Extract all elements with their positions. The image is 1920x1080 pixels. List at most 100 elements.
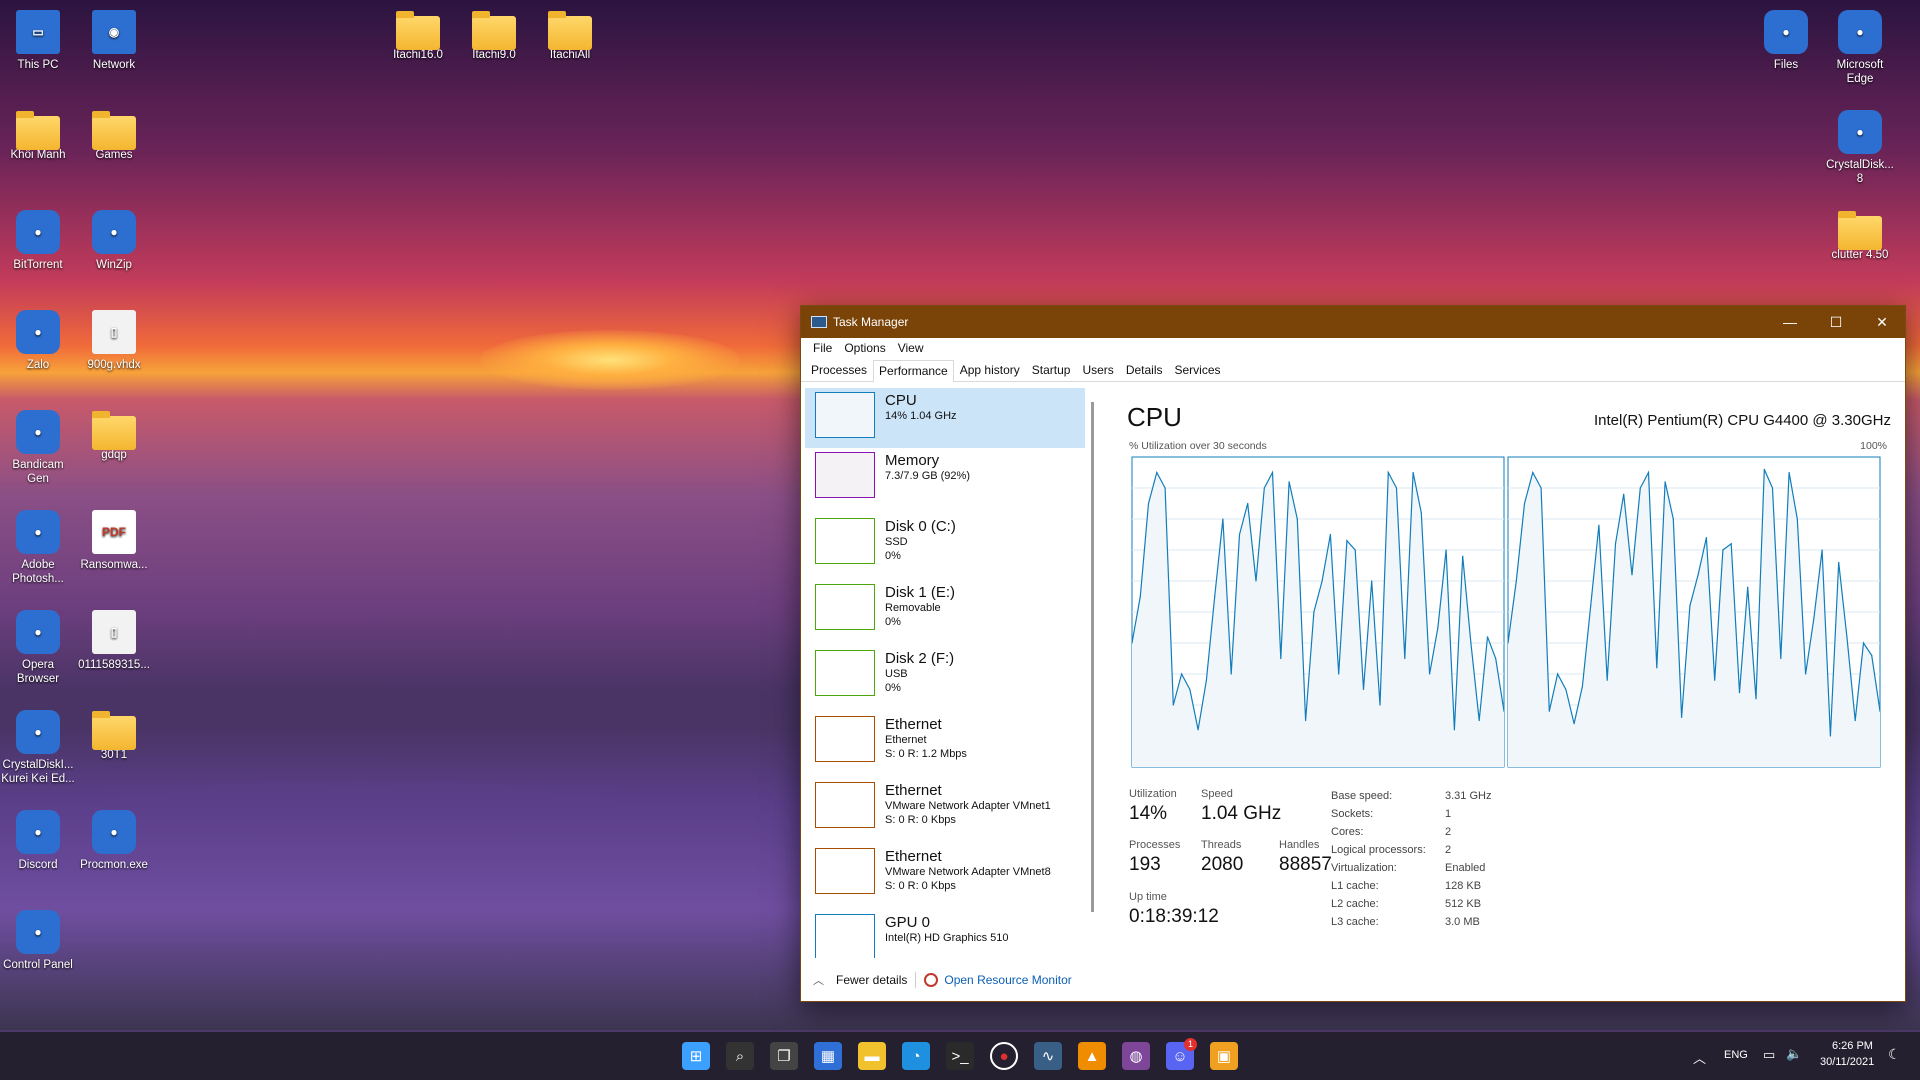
vlc-icon[interactable]: ▲ <box>1078 1042 1106 1070</box>
network-icon[interactable]: ▭ <box>1763 1047 1775 1063</box>
cpu-panel: CPU Intel(R) Pentium(R) CPU G4400 @ 3.30… <box>1121 388 1891 958</box>
resource-sub1: USB <box>885 668 908 680</box>
desktop-icon[interactable]: ● Adobe Photosh... <box>0 510 76 586</box>
task-view-icon[interactable]: ❐ <box>770 1042 798 1070</box>
minimize-button[interactable]: — <box>1767 306 1813 338</box>
resource-item[interactable]: Disk 0 (C:) SSD 0% <box>805 514 1085 580</box>
clock-date[interactable]: 30/11/2021 <box>1820 1056 1874 1068</box>
terminal-icon[interactable]: >_ <box>946 1042 974 1070</box>
app-icon: ● <box>16 310 60 354</box>
window-title: Task Manager <box>833 315 909 329</box>
stat-utilization: Utilization 14% <box>1129 788 1177 825</box>
desktop-icon[interactable]: ● Microsoft Edge <box>1822 10 1898 86</box>
spec-value: 1 <box>1445 808 1452 820</box>
desktop-icon[interactable]: Games <box>76 110 152 162</box>
desktop-icon[interactable]: ● CrystalDiskI... Kurei Kei Ed... <box>0 710 76 786</box>
tray-overflow-icon[interactable]: ︿ <box>1693 1048 1706 1067</box>
spec-value: 2 <box>1445 826 1452 838</box>
folder-app-icon[interactable]: ▣ <box>1210 1042 1238 1070</box>
desktop-icon[interactable]: ● CrystalDisk... 8 <box>1822 110 1898 186</box>
desktop-icon[interactable]: clutter 4.50 <box>1822 210 1898 262</box>
clock-time[interactable]: 6:26 PM <box>1832 1040 1873 1052</box>
desktop-icon[interactable]: ● Files <box>1748 10 1824 72</box>
cpu-model: Intel(R) Pentium(R) CPU G4400 @ 3.30GHz <box>1594 412 1891 429</box>
menu-file[interactable]: File <box>807 341 838 355</box>
title-bar[interactable]: Task Manager — ☐ ✕ <box>801 306 1905 338</box>
tab-details[interactable]: Details <box>1120 359 1169 381</box>
file-explorer-icon[interactable]: ▬ <box>858 1042 886 1070</box>
desktop-icon-label: 0111589315... <box>78 659 150 671</box>
tab-services[interactable]: Services <box>1169 359 1227 381</box>
desktop-icon[interactable]: ◉ Network <box>76 10 152 72</box>
resource-item[interactable]: Disk 2 (F:) USB 0% <box>805 646 1085 712</box>
data-point <box>1412 471 1414 474</box>
menu-options[interactable]: Options <box>838 341 891 355</box>
resource-item[interactable]: Disk 1 (E:) Removable 0% <box>805 580 1085 646</box>
desktop-icon[interactable]: ● Discord <box>0 810 76 872</box>
close-button[interactable]: ✕ <box>1859 306 1905 338</box>
notification-icon[interactable]: ☾ <box>1888 1046 1901 1063</box>
resource-monitor-icon <box>924 973 939 987</box>
folder-icon <box>92 111 136 150</box>
widgets-icon[interactable]: ▦ <box>814 1042 842 1070</box>
data-point <box>1271 471 1274 474</box>
chevron-up-icon[interactable]: ︿ <box>813 972 824 988</box>
task-manager-window[interactable]: Task Manager — ☐ ✕ File Options View Pro… <box>800 305 1906 1002</box>
data-point <box>1263 487 1265 489</box>
resource-item[interactable]: GPU 0 Intel(R) HD Graphics 510 <box>805 910 1085 958</box>
data-point <box>1730 543 1732 545</box>
resource-list-scrollbar[interactable] <box>1091 402 1094 912</box>
desktop-icon-label: Procmon.exe <box>80 859 148 871</box>
desktop-icon-label: 30T1 <box>100 749 128 761</box>
stat-processes: Processes 193 <box>1129 839 1180 876</box>
data-point <box>1854 719 1856 722</box>
desktop-icon[interactable]: ● BitTorrent <box>0 210 76 272</box>
resource-item[interactable]: Ethernet VMware Network Adapter VMnet1 S: … <box>805 778 1085 844</box>
sunset-glow <box>480 330 740 390</box>
tab-users[interactable]: Users <box>1076 359 1119 381</box>
desktop-icon[interactable]: ● Zalo <box>0 310 76 372</box>
resource-item[interactable]: Ethernet VMware Network Adapter VMnet8 S: … <box>805 844 1085 910</box>
app-icon: ● <box>1838 10 1882 54</box>
desktop-icon[interactable]: ● Procmon.exe <box>76 810 152 872</box>
desktop-icon[interactable]: Khôi Manh <box>0 110 76 162</box>
desktop-icon[interactable]: PDF Ransomwa... <box>76 510 152 572</box>
desktop-icon[interactable]: ▯ 900g.vhdx <box>76 310 152 372</box>
task-manager-icon[interactable]: ∿ <box>1034 1042 1062 1070</box>
record-icon[interactable]: ● <box>990 1042 1018 1070</box>
search-icon[interactable]: ⌕ <box>726 1042 754 1070</box>
desktop-icon[interactable]: ● Bandicam Gen <box>0 410 76 486</box>
data-point <box>1296 518 1298 520</box>
fewer-details-button[interactable]: Fewer details <box>836 973 907 987</box>
edge-icon[interactable]: ◔ <box>902 1042 930 1070</box>
desktop-icon[interactable]: ItachiAll <box>532 10 608 62</box>
maximize-button[interactable]: ☐ <box>1813 306 1859 338</box>
data-point <box>1838 561 1840 563</box>
desktop-icon[interactable]: 30T1 <box>76 710 152 762</box>
data-point <box>1639 487 1641 489</box>
language-indicator[interactable]: ENG <box>1724 1049 1748 1061</box>
desktop-icon[interactable]: Itachi16.0 <box>380 10 456 62</box>
tab-strip: Processes Performance App history Startu… <box>801 358 1905 382</box>
open-resource-monitor-link[interactable]: Open Resource Monitor <box>944 973 1071 987</box>
desktop-icon[interactable]: gdqp <box>76 410 152 462</box>
desktop-icon[interactable]: ● Control Panel <box>0 910 76 972</box>
tab-app-history[interactable]: App history <box>954 359 1026 381</box>
start-icon[interactable]: ⊞ <box>682 1042 710 1070</box>
menu-view[interactable]: View <box>892 341 930 355</box>
desktop-icon[interactable]: ▭ This PC <box>0 10 76 72</box>
desktop-icon[interactable]: ▯ 0111589315... <box>76 610 152 672</box>
resource-item[interactable]: Ethernet Ethernet S: 0 R: 1.2 Mbps <box>805 712 1085 778</box>
desktop-icon[interactable]: Itachi9.0 <box>456 10 532 62</box>
tor-icon[interactable]: ◍ <box>1122 1042 1150 1070</box>
volume-icon[interactable]: 🔈 <box>1786 1046 1802 1062</box>
tab-processes[interactable]: Processes <box>805 359 873 381</box>
resource-item[interactable]: CPU 14% 1.04 GHz <box>805 388 1085 448</box>
resource-text: Disk 2 (F:) USB 0% <box>885 650 954 712</box>
desktop-icon[interactable]: ● Opera Browser <box>0 610 76 686</box>
resource-item[interactable]: Memory 7.3/7.9 GB (92%) <box>805 448 1085 514</box>
tab-performance[interactable]: Performance <box>873 360 954 382</box>
tab-startup[interactable]: Startup <box>1026 359 1077 381</box>
desktop-icon[interactable]: ● WinZip <box>76 210 152 272</box>
data-point <box>1788 471 1790 474</box>
